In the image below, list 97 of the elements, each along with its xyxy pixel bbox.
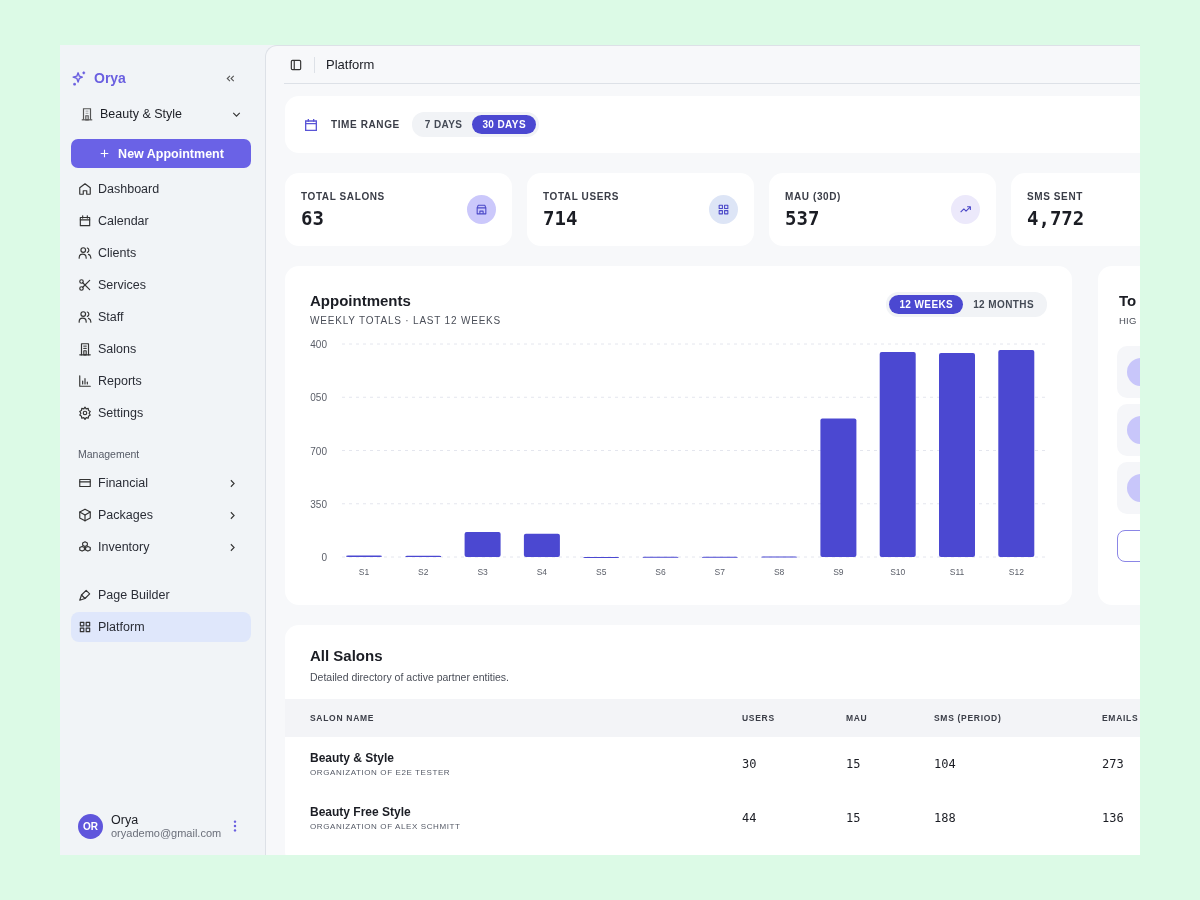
- new-appointment-button[interactable]: New Appointment: [71, 139, 251, 168]
- nav-item[interactable]: Dashboard: [71, 174, 251, 204]
- axis-label: S6: [655, 567, 666, 577]
- nav-item[interactable]: Services: [71, 270, 251, 300]
- axis-label: S2: [418, 567, 429, 577]
- grid-icon: [709, 195, 738, 224]
- nav-item[interactable]: Staff: [71, 302, 251, 332]
- column-header: SMS (PERIOD): [934, 713, 1003, 723]
- stat-label: MAU (30D): [785, 190, 841, 202]
- table-cell-text: 15: [846, 811, 862, 825]
- stat-label: SMS SENT: [1027, 190, 1084, 202]
- bar: [523, 533, 560, 557]
- section-heading: Management: [77, 448, 141, 462]
- house-icon: [78, 182, 92, 196]
- table-description: Detailed directory of active partner entities.: [310, 671, 510, 683]
- column-header: EMAILS: [1102, 713, 1140, 723]
- table-title: All Salons: [310, 647, 384, 664]
- box-icon: [78, 508, 92, 522]
- trend-icon: [951, 195, 980, 224]
- axis-label: 050: [310, 392, 327, 404]
- brush-icon: [78, 588, 92, 602]
- users-icon: [78, 246, 92, 260]
- salon-name: Beauty Free Style: [310, 805, 412, 819]
- salon-owner: ORGANIZATION OF ALEX SCHMITT: [310, 822, 462, 831]
- page-title: Platform: [326, 57, 375, 72]
- nav-item[interactable]: Inventory: [71, 532, 251, 562]
- axis-label: S3: [477, 567, 488, 577]
- nav-item[interactable]: Settings: [71, 398, 251, 428]
- building-icon: [78, 342, 92, 356]
- axis-label: S10: [890, 567, 906, 577]
- period-tab[interactable]: 12 WEEKS: [889, 295, 964, 314]
- axis-label: S7: [714, 567, 725, 577]
- table-cell-text: 273: [1102, 757, 1125, 771]
- stat-value: 63: [301, 206, 325, 229]
- axis-label: S8: [773, 567, 785, 577]
- users-icon: [78, 310, 92, 324]
- table-cell-text: 44: [742, 811, 758, 825]
- nav-item[interactable]: Platform: [71, 612, 251, 642]
- axis-label: S9: [833, 567, 844, 577]
- stat-value: 537: [785, 206, 821, 229]
- calendar-icon: [78, 214, 92, 228]
- credit-card-icon: [78, 476, 92, 490]
- building-icon: [80, 107, 94, 121]
- axis-label: 400: [310, 339, 327, 350]
- nav-item[interactable]: Calendar: [71, 206, 251, 236]
- axis-label: 700: [310, 445, 327, 457]
- stat-label: TOTAL SALONS: [301, 190, 385, 202]
- column-header: MAU: [846, 713, 869, 723]
- column-header: SALON NAME: [310, 713, 376, 723]
- cubes-icon: [78, 540, 92, 554]
- salon-owner: ORGANIZATION OF E2E TESTER: [310, 768, 452, 777]
- axis-label: 0: [321, 552, 327, 563]
- scissors-icon: [78, 278, 92, 292]
- grid-icon: [78, 620, 92, 634]
- nav-item[interactable]: Clients: [71, 238, 251, 268]
- bar-chart-icon: [78, 374, 92, 388]
- time-range-label: TIME RANGE: [331, 119, 400, 130]
- axis-label: S1: [358, 567, 370, 577]
- stat-value: 714: [543, 206, 579, 229]
- nav-item[interactable]: Page Builder: [71, 580, 251, 610]
- card-title: To: [1119, 292, 1137, 309]
- card-subtitle: HIG: [1119, 315, 1137, 326]
- table-cell-text: 30: [742, 757, 758, 771]
- user-email: oryademo@gmail.com: [111, 827, 223, 839]
- sidebar-toggle-icon[interactable]: [289, 57, 303, 72]
- axis-label: 350: [310, 498, 327, 510]
- avatar: OR: [78, 813, 103, 839]
- store-icon: [467, 195, 496, 224]
- column-header: USERS: [742, 713, 776, 723]
- chart-title: Appointments: [310, 292, 412, 309]
- salon-name: Beauty & Style: [310, 751, 396, 765]
- sparkles-icon: [71, 69, 88, 87]
- brand-name: Orya: [94, 70, 126, 86]
- range-tab[interactable]: 30 DAYS: [472, 115, 536, 134]
- nav-item[interactable]: Reports: [71, 366, 251, 396]
- table-cell-text: 188: [934, 811, 957, 825]
- nav-item[interactable]: Financial: [71, 468, 251, 498]
- bar: [464, 531, 501, 557]
- nav-item[interactable]: Salons: [71, 334, 251, 364]
- axis-label: S5: [596, 567, 607, 577]
- stat-label: TOTAL USERS: [543, 190, 620, 202]
- table-cell-text: 15: [846, 757, 862, 771]
- user-name: Orya: [111, 813, 140, 827]
- table-cell-text: 136: [1102, 811, 1125, 825]
- axis-label: S4: [536, 567, 548, 577]
- range-tab[interactable]: 7 DAYS: [414, 115, 473, 134]
- nav-item[interactable]: Packages: [71, 500, 251, 530]
- calendar-icon: [303, 116, 319, 133]
- table-cell-text: 104: [934, 757, 957, 771]
- axis-label: S12: [1008, 567, 1024, 577]
- chart-subtitle: WEEKLY TOTALS · LAST 12 WEEKS: [310, 315, 502, 326]
- stat-value: 4,772: [1027, 206, 1085, 229]
- more-icon[interactable]: [232, 819, 238, 833]
- gear-icon: [78, 406, 92, 420]
- workspace-selector[interactable]: Beauty & Style: [71, 101, 251, 127]
- period-tab[interactable]: 12 MONTHS: [963, 295, 1044, 314]
- axis-label: S11: [949, 567, 965, 577]
